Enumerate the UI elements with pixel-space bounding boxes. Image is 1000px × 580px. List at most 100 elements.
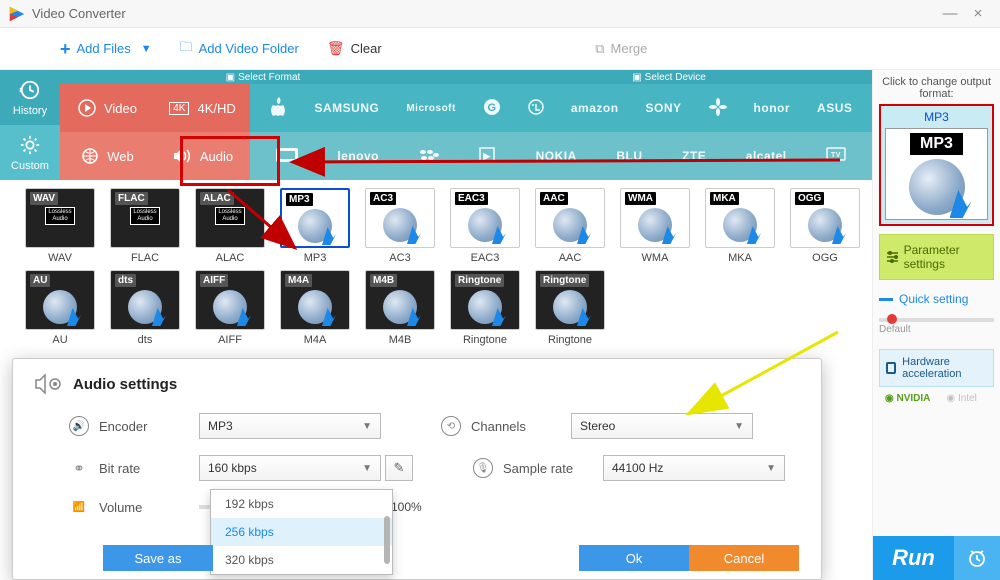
brand-logo[interactable]: ▶ — [478, 146, 496, 167]
brand-BLU[interactable]: BLU — [616, 149, 642, 163]
save-as-button[interactable]: Save as — [103, 545, 213, 571]
brand-lenovo[interactable]: lenovo — [337, 149, 379, 163]
history-tab[interactable]: History — [0, 70, 60, 125]
brand-logo[interactable] — [276, 148, 298, 165]
brand-G[interactable]: G — [483, 98, 501, 119]
category-video[interactable]: Video — [60, 84, 155, 132]
scrollbar-thumb[interactable] — [384, 516, 390, 564]
brand-ZTE[interactable]: ZTE — [682, 149, 706, 163]
chevron-down-icon: ▼ — [766, 463, 776, 474]
channels-label: Channels — [471, 419, 526, 434]
folder-icon: 🗀 — [180, 38, 193, 60]
run-button[interactable]: Run — [873, 536, 954, 580]
speaker-icon — [172, 147, 192, 165]
quick-setting-button[interactable]: Quick setting — [879, 292, 994, 306]
category-audio[interactable]: Audio — [155, 132, 250, 180]
ok-button[interactable]: Ok — [579, 545, 689, 571]
format-ogg[interactable]: OGGOGG — [790, 188, 860, 264]
format-mka[interactable]: MKAMKA — [705, 188, 775, 264]
play-icon — [78, 99, 96, 117]
format-alac[interactable]: ALACLosslessAudioALAC — [195, 188, 265, 264]
brand-SAMSUNG[interactable]: SAMSUNG — [315, 101, 380, 115]
brand-amazon[interactable]: amazon — [571, 101, 619, 115]
custom-label: Custom — [11, 160, 49, 172]
brand-NOKIA[interactable]: NOKIA — [536, 149, 577, 163]
hardware-accel-toggle[interactable]: Hardware acceleration — [879, 349, 994, 387]
chevron-down-icon: ▼ — [362, 421, 372, 432]
svg-text:G: G — [487, 102, 496, 114]
custom-tab[interactable]: Custom — [0, 125, 60, 180]
clear-label: Clear — [351, 41, 382, 56]
bitrate-dropdown-list: 192 kbps256 kbps320 kbps — [210, 489, 393, 575]
schedule-button[interactable] — [954, 536, 1000, 580]
bitrate-icon: ⚭ — [69, 458, 89, 478]
merge-icon: ⧉ — [595, 41, 604, 57]
quick-setting-slider[interactable] — [879, 318, 994, 322]
slider-knob[interactable] — [887, 314, 897, 324]
add-files-dropdown-icon[interactable]: ▼ — [141, 43, 152, 55]
bitrate-edit-button[interactable]: ✎ — [385, 455, 413, 481]
preview-title: MP3 — [885, 110, 988, 124]
format-ringtone[interactable]: RingtoneRingtone — [450, 270, 520, 346]
clear-button[interactable]: 🗑Clear — [327, 40, 382, 57]
gear-icon — [19, 134, 41, 156]
format-wav[interactable]: WAVLosslessAudioWAV — [25, 188, 95, 264]
format-dts[interactable]: dtsdts — [110, 270, 180, 346]
chevron-down-icon: ▼ — [362, 463, 372, 474]
channels-select[interactable]: Stereo▼ — [571, 413, 753, 439]
svg-text:▶: ▶ — [482, 151, 491, 161]
select-format-header: ▣ Select Format — [60, 70, 466, 84]
format-m4a[interactable]: M4AM4A — [280, 270, 350, 346]
bitrate-option[interactable]: 192 kbps — [211, 490, 392, 518]
brand-logo[interactable] — [270, 97, 288, 120]
brand-ASUS[interactable]: ASUS — [817, 101, 852, 115]
samplerate-label: Sample rate — [503, 461, 573, 476]
format-wma[interactable]: WMAWMA — [620, 188, 690, 264]
bitrate-option[interactable]: 256 kbps — [211, 518, 392, 546]
nvidia-badge: ◉ NVIDIA — [885, 393, 930, 404]
minimize-button[interactable]: — — [936, 5, 964, 22]
format-aiff[interactable]: AIFFAIFF — [195, 270, 265, 346]
volume-percent: 100% — [391, 500, 422, 514]
brand-BB[interactable] — [419, 148, 439, 165]
brand-alcatel[interactable]: alcatel — [746, 149, 787, 163]
format-ac3[interactable]: AC3AC3 — [365, 188, 435, 264]
speaker-gear-icon — [35, 373, 63, 395]
channels-icon: ⟲ — [441, 416, 461, 436]
format-m4b[interactable]: M4BM4B — [365, 270, 435, 346]
format-au[interactable]: AUAU — [25, 270, 95, 346]
preview-tag: MP3 — [910, 133, 963, 155]
merge-button[interactable]: ⧉Merge — [595, 41, 647, 57]
app-logo-icon — [8, 5, 26, 23]
bitrate-select[interactable]: 160 kbps▼ — [199, 455, 381, 481]
format-ringtone[interactable]: RingtoneRingtone — [535, 270, 605, 346]
close-button[interactable]: × — [964, 5, 992, 22]
right-panel: Click to change output format: MP3 MP3 P… — [872, 70, 1000, 580]
add-files-label: Add Files — [77, 41, 131, 56]
encoder-select[interactable]: MP3▼ — [199, 413, 381, 439]
format-eac3[interactable]: EAC3EAC3 — [450, 188, 520, 264]
format-mp3[interactable]: MP3MP3 — [280, 188, 350, 264]
brand-HUAWEI[interactable] — [709, 98, 727, 119]
format-flac[interactable]: FLACLosslessAudioFLAC — [110, 188, 180, 264]
disc-icon — [909, 159, 965, 215]
brand-SONY[interactable]: SONY — [646, 101, 682, 115]
add-folder-button[interactable]: 🗀Add Video Folder — [180, 38, 299, 60]
alarm-clock-icon — [967, 548, 987, 568]
intel-badge: ◉ Intel — [946, 393, 976, 404]
samplerate-select[interactable]: 44100 Hz▼ — [603, 455, 785, 481]
output-format-preview[interactable]: MP3 MP3 — [879, 104, 994, 226]
cancel-button[interactable]: Cancel — [689, 545, 799, 571]
category-web[interactable]: Web — [60, 132, 155, 180]
brand-honor[interactable]: honor — [754, 101, 791, 115]
brand-TV[interactable]: TV — [826, 147, 846, 166]
bitrate-option[interactable]: 320 kbps — [211, 546, 392, 574]
parameter-settings-button[interactable]: Parameter settings — [879, 234, 994, 280]
encoder-icon: 🔊 — [69, 416, 89, 436]
format-aac[interactable]: AACAAC — [535, 188, 605, 264]
brand-LG[interactable] — [528, 99, 544, 118]
brand-Microsoft[interactable]: Microsoft — [406, 103, 456, 114]
category-4k[interactable]: 4K4K/HD — [155, 84, 250, 132]
history-label: History — [13, 105, 47, 117]
add-files-button[interactable]: +Add Files — [60, 41, 131, 56]
